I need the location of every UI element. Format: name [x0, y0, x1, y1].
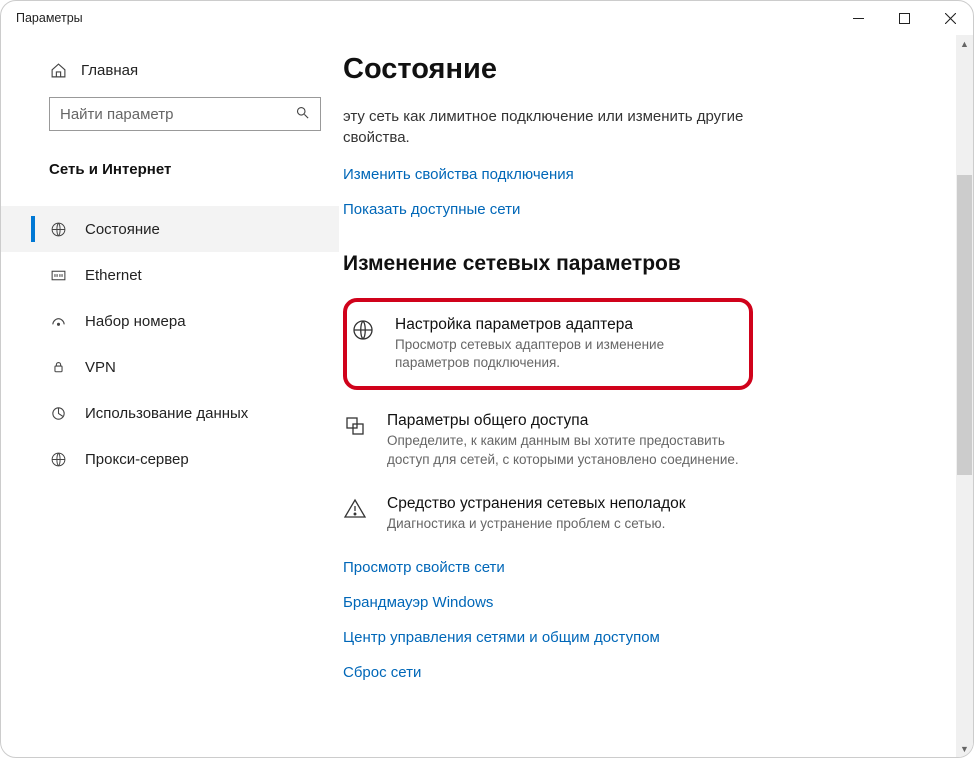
- home-icon: [49, 61, 67, 79]
- warning-icon: [343, 495, 371, 533]
- action-desc: Просмотр сетевых адаптеров и изменение п…: [395, 336, 731, 372]
- sharing-icon: [343, 412, 371, 468]
- action-title: Средство устранения сетевых неполадок: [387, 495, 686, 513]
- action-title: Настройка параметров адаптера: [395, 316, 731, 334]
- sidebar-item-ethernet[interactable]: Ethernet: [1, 252, 339, 298]
- settings-window: Параметры Главная Найти парам: [0, 0, 974, 758]
- close-button[interactable]: [927, 1, 973, 35]
- link-show-available-networks[interactable]: Показать доступные сети: [343, 201, 937, 218]
- link-view-network-properties[interactable]: Просмотр свойств сети: [343, 559, 937, 576]
- sidebar-item-status[interactable]: Состояние: [1, 206, 339, 252]
- minimize-button[interactable]: [835, 1, 881, 35]
- sidebar-item-label: Ethernet: [85, 267, 142, 284]
- sidebar-home-label: Главная: [81, 62, 138, 79]
- scrollbar[interactable]: ▲ ▼: [956, 35, 973, 757]
- action-desc: Определите, к каким данным вы хотите пре…: [387, 432, 763, 468]
- adapter-icon: [351, 316, 379, 372]
- sidebar: Главная Найти параметр Сеть и Интернет С…: [1, 35, 339, 757]
- data-usage-icon: [49, 404, 67, 422]
- action-title: Параметры общего доступа: [387, 412, 763, 430]
- action-desc: Диагностика и устранение проблем с сетью…: [387, 515, 686, 533]
- sidebar-item-vpn[interactable]: VPN: [1, 344, 339, 390]
- sidebar-section-title: Сеть и Интернет: [1, 135, 339, 188]
- link-change-connection-props[interactable]: Изменить свойства подключения: [343, 166, 937, 183]
- scrollbar-thumb[interactable]: [957, 175, 972, 475]
- sidebar-item-proxy[interactable]: Прокси-сервер: [1, 436, 339, 482]
- search-wrap: Найти параметр: [1, 89, 339, 135]
- scrollbar-down-button[interactable]: ▼: [956, 740, 973, 757]
- page-title: Состояние: [343, 53, 937, 86]
- sidebar-nav: Состояние Ethernet Набор номера: [1, 206, 339, 482]
- maximize-button[interactable]: [881, 1, 927, 35]
- main-content: Состояние эту сеть как лимитное подключе…: [339, 35, 973, 757]
- link-network-reset[interactable]: Сброс сети: [343, 664, 937, 681]
- section-heading-network-change: Изменение сетевых параметров: [343, 252, 937, 276]
- link-windows-firewall[interactable]: Брандмауэр Windows: [343, 594, 937, 611]
- sidebar-home[interactable]: Главная: [1, 51, 339, 89]
- window-controls: [835, 1, 973, 35]
- window-title: Параметры: [16, 11, 83, 25]
- action-troubleshooter[interactable]: Средство устранения сетевых неполадок Ди…: [343, 495, 763, 533]
- sidebar-item-dialup[interactable]: Набор номера: [1, 298, 339, 344]
- sidebar-item-label: Состояние: [85, 221, 160, 238]
- sidebar-item-label: VPN: [85, 359, 116, 376]
- titlebar: Параметры: [1, 1, 973, 35]
- intro-text-fragment: эту сеть как лимитное подключение или из…: [343, 106, 803, 148]
- vpn-icon: [49, 358, 67, 376]
- search-icon: [295, 105, 310, 124]
- sidebar-item-data-usage[interactable]: Использование данных: [1, 390, 339, 436]
- scrollbar-up-button[interactable]: ▲: [956, 35, 973, 52]
- sidebar-item-label: Использование данных: [85, 405, 248, 422]
- sidebar-item-label: Набор номера: [85, 313, 186, 330]
- ethernet-icon: [49, 266, 67, 284]
- sidebar-item-label: Прокси-сервер: [85, 451, 189, 468]
- globe-icon: [49, 220, 67, 238]
- search-input[interactable]: Найти параметр: [49, 97, 321, 131]
- action-sharing-options[interactable]: Параметры общего доступа Определите, к к…: [343, 412, 763, 468]
- search-placeholder: Найти параметр: [60, 106, 295, 123]
- highlight-adapter-settings: Настройка параметров адаптера Просмотр с…: [343, 298, 753, 390]
- dialup-icon: [49, 312, 67, 330]
- action-adapter-settings[interactable]: Настройка параметров адаптера Просмотр с…: [351, 316, 731, 372]
- link-network-sharing-center[interactable]: Центр управления сетями и общим доступом: [343, 629, 937, 646]
- proxy-icon: [49, 450, 67, 468]
